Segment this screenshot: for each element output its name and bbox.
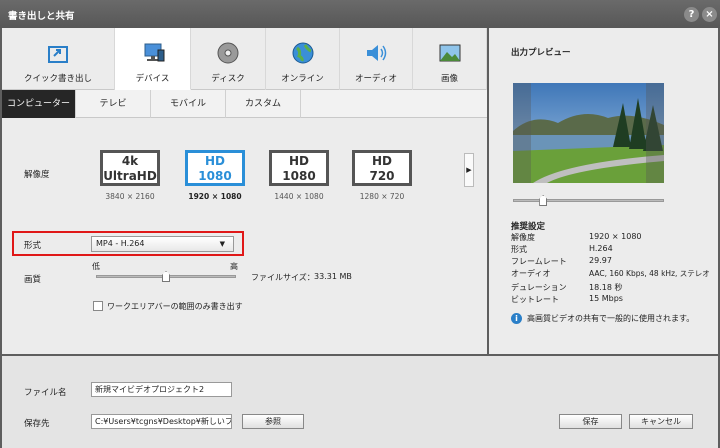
file-size-value: 33.31 MB [314, 272, 352, 281]
subtab-custom[interactable]: カスタム [226, 90, 301, 118]
tab-device[interactable]: デバイス [115, 28, 191, 90]
resolution-size-label: 1920 × 1080 [188, 192, 242, 201]
spec-key: 解像度 [511, 233, 535, 242]
title-bar: 書き出しと共有 ? × [0, 0, 720, 28]
quality-low-label: 低 [92, 262, 100, 271]
preview-scrubber[interactable] [513, 199, 664, 202]
tab-image[interactable]: 画像 [413, 28, 487, 90]
tab-disc[interactable]: ディスク [191, 28, 266, 90]
save-button[interactable]: 保存 [559, 414, 622, 429]
res-line1: HD [204, 154, 225, 168]
window-title: 書き出しと共有 [8, 11, 75, 22]
spec-key: オーディオ [511, 269, 551, 278]
disc-icon [217, 42, 239, 64]
info-text: 高画質ビデオの共有で一般的に使用されます。 [527, 314, 695, 323]
res-line2: 1080 [282, 169, 316, 183]
export-options-panel: クイック書き出し デバイス ディスク オンライン オーディオ 画像 コンピュータ… [2, 28, 487, 354]
browse-button[interactable]: 参照 [242, 414, 304, 429]
filename-input[interactable]: 新規マイビデオプロジェクト2 [91, 382, 232, 397]
resolution-4k-button[interactable]: 4k UltraHD [100, 150, 160, 186]
res-line2: 720 [369, 169, 395, 183]
format-label: 形式 [24, 241, 42, 251]
work-area-label: ワークエリアバーの範囲のみ書き出す [107, 302, 243, 311]
res-line2: UltraHD [103, 169, 157, 183]
export-share-window: 書き出しと共有 ? × クイック書き出し デバイス ディスク オンライン オーデ… [0, 0, 720, 448]
quality-label: 画質 [24, 275, 42, 285]
format-select[interactable]: MP4 - H.264 ▼ [91, 236, 234, 252]
work-area-checkbox[interactable] [93, 301, 103, 311]
resolution-size-label: 1440 × 1080 [274, 192, 324, 201]
resolution-1280-button[interactable]: HD 720 [352, 150, 412, 186]
tab-label: ディスク [211, 74, 245, 84]
res-line1: 4k [121, 154, 139, 168]
spec-key: デュレーション [511, 283, 567, 292]
spec-key: フレームレート [511, 257, 567, 266]
speaker-icon [367, 45, 387, 61]
resolution-1920-button[interactable]: HD 1080 [185, 150, 245, 186]
sub-tabs: コンピューター テレビ モバイル カスタム [2, 90, 487, 118]
bottom-bar: ファイル名 新規マイビデオプロジェクト2 保存先 C:¥Users¥tcgns¥… [2, 356, 718, 448]
tab-label: オーディオ [355, 74, 397, 84]
info-icon: i [511, 313, 522, 324]
cancel-button[interactable]: キャンセル [629, 414, 693, 429]
subtab-mobile[interactable]: モバイル [151, 90, 226, 118]
resolution-size-label: 1280 × 720 [359, 192, 405, 201]
tab-audio[interactable]: オーディオ [340, 28, 413, 90]
spec-value: 18.18 秒 [589, 283, 623, 292]
format-value: MP4 - H.264 [96, 239, 145, 248]
help-button[interactable]: ? [684, 7, 699, 22]
tab-label: デバイス [135, 74, 170, 84]
quick-export-icon [48, 46, 68, 63]
spec-value: 15 Mbps [589, 294, 623, 303]
spec-key: ビットレート [511, 295, 559, 304]
destination-label: 保存先 [24, 419, 50, 429]
res-line1: HD [288, 154, 309, 168]
preview-title: 出力プレビュー [511, 48, 571, 58]
resolution-size-label: 3840 × 2160 [105, 192, 155, 201]
quality-high-label: 高 [230, 262, 238, 271]
globe-icon [292, 42, 313, 64]
recommended-settings-heading: 推奨設定 [511, 222, 546, 232]
quality-slider-thumb[interactable] [162, 271, 170, 282]
tab-online[interactable]: オンライン [266, 28, 340, 90]
tab-label: 画像 [440, 74, 458, 84]
spec-value: 1920 × 1080 [589, 232, 642, 241]
output-preview-panel: 出力プレビュー 推奨設定 解像度 1920 × 1080 形式 H.264 フレ… [489, 28, 718, 354]
device-icon [144, 43, 164, 62]
destination-input[interactable]: C:¥Users¥tcgns¥Desktop¥新しいフォルダー [91, 414, 232, 429]
spec-value: 29.97 [589, 256, 612, 265]
tab-label: クイック書き出し [23, 74, 92, 84]
chevron-down-icon: ▼ [219, 240, 225, 248]
tab-quick-export[interactable]: クイック書き出し [2, 28, 115, 90]
tab-label: オンライン [281, 74, 324, 84]
file-size-label: ファイルサイズ： [251, 273, 315, 282]
spec-key: 形式 [511, 245, 527, 254]
subtab-tv[interactable]: テレビ [76, 90, 151, 118]
subtab-computer[interactable]: コンピューター [2, 90, 76, 118]
resolution-scroll-right-button[interactable]: ▶ [464, 153, 474, 187]
top-tabs: クイック書き出し デバイス ディスク オンライン オーディオ 画像 [2, 28, 487, 90]
close-button[interactable]: × [702, 7, 717, 22]
landscape-preview [513, 83, 664, 183]
res-line1: HD [371, 154, 392, 168]
preview-image [513, 83, 664, 183]
res-line2: 1080 [198, 169, 232, 183]
resolution-label: 解像度 [24, 170, 50, 180]
image-icon [439, 44, 460, 62]
filename-label: ファイル名 [24, 388, 67, 398]
preview-scrubber-thumb[interactable] [539, 195, 548, 206]
resolution-1440-button[interactable]: HD 1080 [269, 150, 329, 186]
spec-value: AAC, 160 Kbps, 48 kHz, ステレオ [589, 269, 710, 278]
spec-value: H.264 [589, 244, 613, 253]
